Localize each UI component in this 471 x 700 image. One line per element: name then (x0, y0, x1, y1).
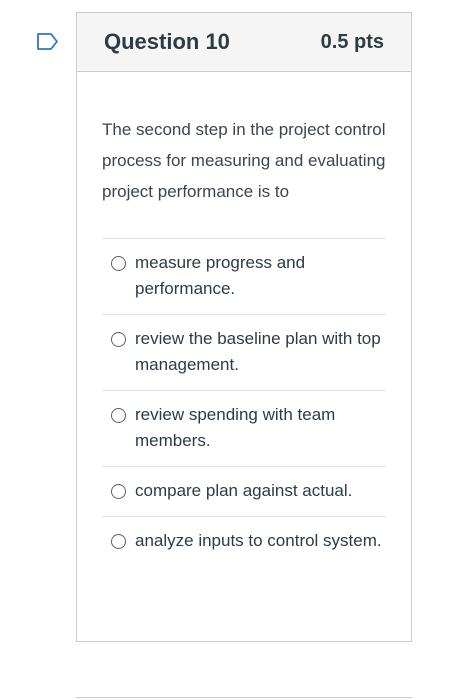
radio-button[interactable] (111, 534, 126, 549)
answer-option[interactable]: review spending with team members. (102, 391, 386, 467)
radio-button[interactable] (111, 332, 126, 347)
answer-option[interactable]: compare plan against actual. (102, 467, 386, 517)
answer-label[interactable]: analyze inputs to control system. (135, 528, 382, 554)
answer-option[interactable]: review the baseline plan with top manage… (102, 315, 386, 391)
question-text: The second step in the project control p… (102, 120, 386, 201)
radio-button[interactable] (111, 408, 126, 423)
flag-question-icon[interactable] (37, 33, 59, 50)
answer-option[interactable]: analyze inputs to control system. (102, 517, 386, 566)
answer-label[interactable]: review the baseline plan with top manage… (135, 326, 386, 378)
answer-option[interactable]: measure progress and performance. (102, 239, 386, 315)
answer-label[interactable]: compare plan against actual. (135, 478, 352, 504)
question-title: Question 10 (104, 29, 230, 54)
question-card: Question 10 0.5 pts The second step in t… (76, 12, 412, 642)
answer-label[interactable]: measure progress and performance. (135, 250, 386, 302)
radio-button[interactable] (111, 256, 126, 271)
next-card-edge (76, 697, 412, 698)
answer-list: measure progress and performance. review… (102, 238, 386, 566)
radio-button[interactable] (111, 484, 126, 499)
question-header: Question 10 0.5 pts (77, 13, 411, 72)
answer-label[interactable]: review spending with team members. (135, 402, 386, 454)
question-points: 0.5 pts (320, 30, 384, 53)
